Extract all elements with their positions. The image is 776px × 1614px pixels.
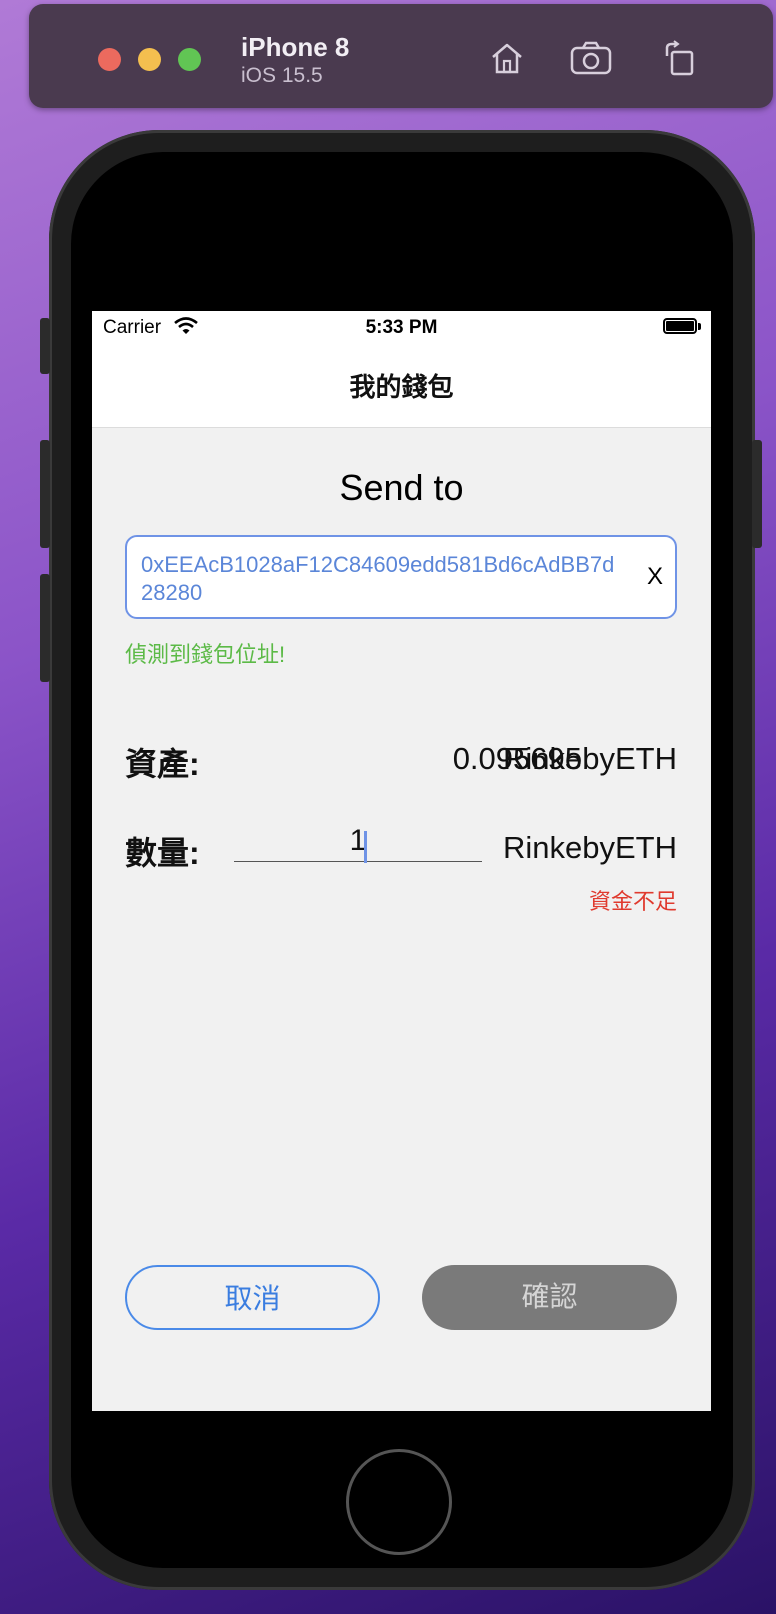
quantity-input-value[interactable]: 1 — [234, 824, 482, 858]
battery-tip — [698, 323, 701, 330]
insufficient-funds-error: 資金不足 — [588, 889, 677, 914]
zoom-window-button[interactable] — [178, 48, 201, 71]
device-name: iPhone 8 — [241, 32, 350, 62]
volume-up-button — [40, 440, 50, 548]
app-screen: Carrier 5:33 PM 我的錢包 Send to 0xEEAcB1028… — [92, 311, 711, 1411]
asset-unit: RinkebyETH — [503, 741, 677, 776]
quantity-label: 數量: — [125, 835, 200, 871]
simulator-toolbar: iPhone 8 iOS 15.5 — [29, 4, 773, 108]
clear-address-button[interactable]: X — [647, 563, 663, 591]
cancel-button[interactable]: 取消 — [125, 1265, 380, 1330]
status-time: 5:33 PM — [365, 317, 438, 338]
mute-switch — [40, 318, 50, 374]
status-bar: Carrier 5:33 PM — [92, 311, 711, 347]
minimize-window-button[interactable] — [138, 48, 161, 71]
battery-icon — [663, 318, 697, 334]
screenshot-icon[interactable] — [569, 40, 613, 76]
page-title: 我的錢包 — [349, 372, 454, 402]
volume-down-button — [40, 574, 50, 682]
text-cursor — [364, 831, 367, 863]
quantity-input[interactable]: 1 — [234, 820, 482, 862]
recipient-address-value[interactable]: 0xEEAcB1028aF12C84609edd581Bd6cAdBB7d282… — [141, 551, 621, 607]
recipient-address-field[interactable]: 0xEEAcB1028aF12C84609edd581Bd6cAdBB7d282… — [125, 535, 677, 619]
asset-label: 資產: — [125, 746, 200, 782]
confirm-button[interactable]: 確認 — [422, 1265, 677, 1330]
device-home-button[interactable] — [346, 1449, 452, 1555]
power-button — [752, 440, 762, 548]
quantity-unit: RinkebyETH — [503, 830, 677, 865]
rotate-icon[interactable] — [661, 40, 697, 76]
send-to-heading: Send to — [339, 467, 464, 508]
os-version: iOS 15.5 — [241, 64, 323, 87]
navigation-bar: 我的錢包 — [92, 347, 711, 428]
home-icon[interactable] — [489, 40, 525, 76]
address-detected-message: 偵測到錢包位址! — [125, 642, 286, 667]
close-window-button[interactable] — [98, 48, 121, 71]
